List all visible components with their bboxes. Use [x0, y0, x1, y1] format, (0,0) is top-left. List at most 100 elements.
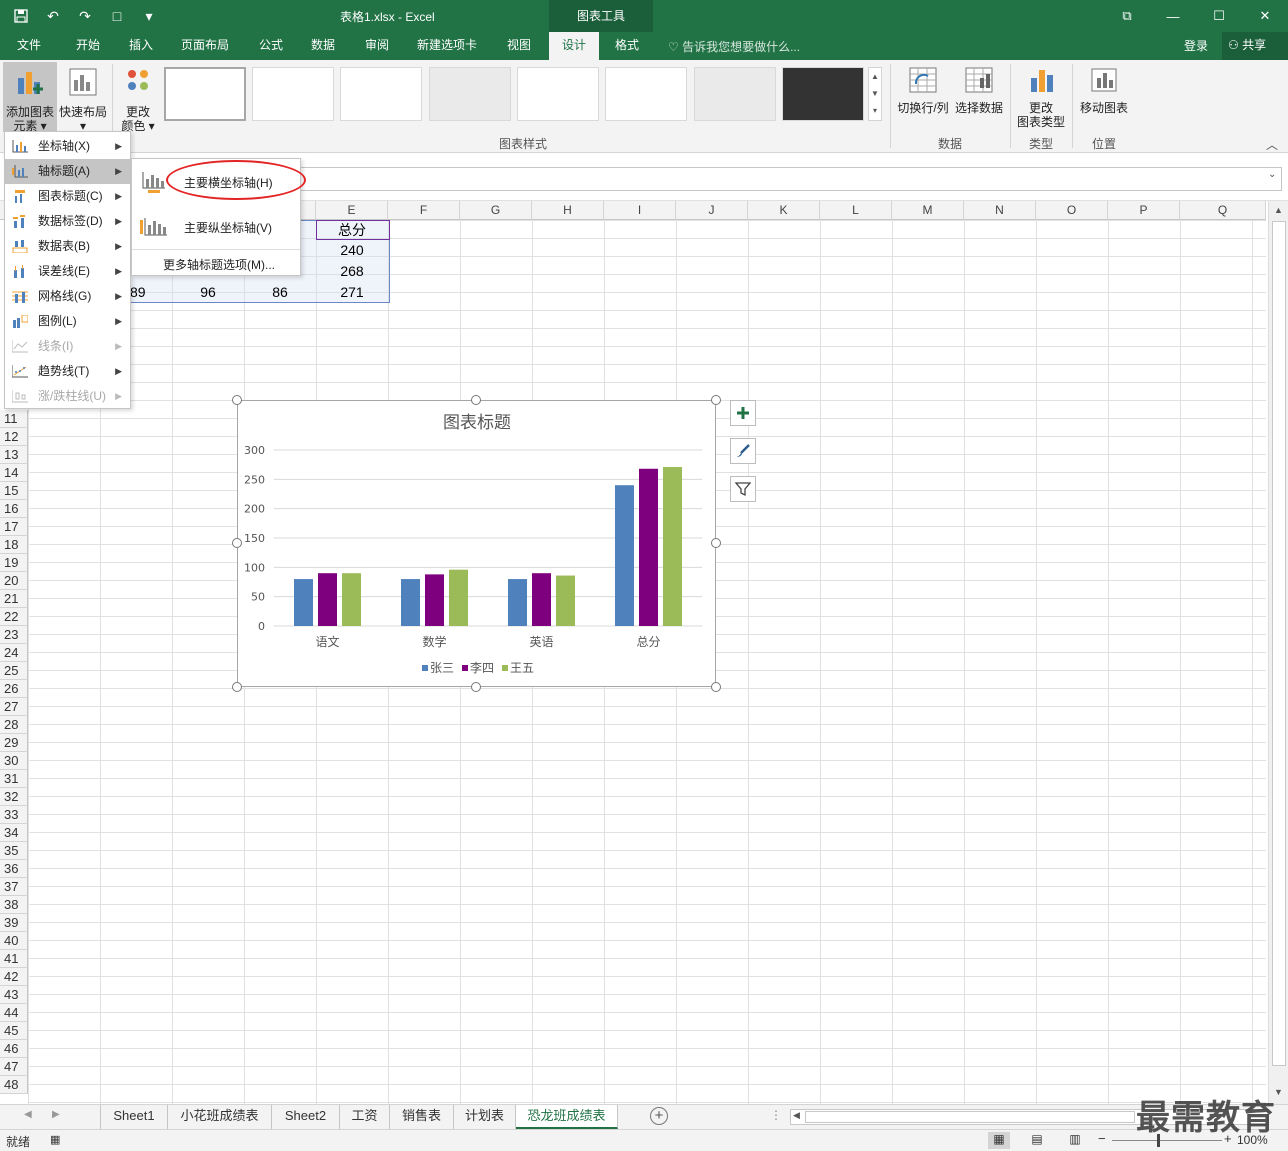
- resize-handle-r[interactable]: [711, 538, 721, 548]
- ribbon-display-options-icon[interactable]: ⧉: [1104, 0, 1150, 32]
- row-header-13[interactable]: 13: [0, 446, 28, 464]
- menu-item-axis-titles[interactable]: 轴标题(A) ▶: [5, 159, 130, 184]
- sheet-tab-sheet1[interactable]: Sheet1: [100, 1105, 168, 1129]
- column-header-n[interactable]: N: [964, 201, 1036, 220]
- row-header-19[interactable]: 19: [0, 554, 28, 572]
- row-header-40[interactable]: 40: [0, 932, 28, 950]
- vertical-scrollbar[interactable]: ▲ ▼: [1268, 201, 1288, 1104]
- change-chart-type-button[interactable]: 更改 图表类型: [1014, 66, 1068, 130]
- row-header-14[interactable]: 14: [0, 464, 28, 482]
- column-header-g[interactable]: G: [460, 201, 532, 220]
- move-chart-button[interactable]: 移动图表: [1076, 66, 1132, 126]
- column-header-p[interactable]: P: [1108, 201, 1180, 220]
- redo-icon[interactable]: ↷: [72, 4, 98, 28]
- column-header-e[interactable]: E: [316, 201, 388, 220]
- cell-e1[interactable]: 总分: [316, 220, 388, 241]
- column-header-h[interactable]: H: [532, 201, 604, 220]
- resize-handle-bl[interactable]: [232, 682, 242, 692]
- new-file-icon[interactable]: □: [104, 4, 130, 28]
- scroll-left-icon[interactable]: ◀: [793, 1110, 800, 1121]
- column-header-f[interactable]: F: [388, 201, 460, 220]
- cell-d4[interactable]: 86: [244, 282, 316, 303]
- tab-data[interactable]: 数据: [300, 32, 346, 60]
- chart-style-7[interactable]: [694, 67, 776, 121]
- row-header-33[interactable]: 33: [0, 806, 28, 824]
- quick-layout-button[interactable]: 快速布局 ▾: [58, 62, 108, 133]
- page-layout-view-icon[interactable]: ▤: [1026, 1132, 1048, 1149]
- collapse-ribbon-icon[interactable]: ︿: [1266, 136, 1278, 153]
- sheet-tab-sheet2[interactable]: Sheet2: [272, 1105, 340, 1129]
- chart-elements-button[interactable]: [730, 400, 756, 426]
- menu-item-axes[interactable]: 坐标轴(X) ▶: [5, 134, 130, 159]
- row-header-22[interactable]: 22: [0, 608, 28, 626]
- chart-style-1[interactable]: [164, 67, 246, 121]
- zoom-slider[interactable]: [1112, 1140, 1222, 1141]
- tab-format[interactable]: 格式: [604, 32, 650, 60]
- row-header-42[interactable]: 42: [0, 968, 28, 986]
- menu-item-trendline[interactable]: 趋势线(T) ▶: [5, 359, 130, 384]
- row-header-29[interactable]: 29: [0, 734, 28, 752]
- resize-handle-tl[interactable]: [232, 395, 242, 405]
- prev-sheet-icon[interactable]: ◀: [24, 1109, 32, 1120]
- row-header-28[interactable]: 28: [0, 716, 28, 734]
- resize-handle-l[interactable]: [232, 538, 242, 548]
- row-header-20[interactable]: 20: [0, 572, 28, 590]
- tab-new-tab[interactable]: 新建选项卡: [408, 32, 486, 60]
- row-header-31[interactable]: 31: [0, 770, 28, 788]
- resize-handle-tr[interactable]: [711, 395, 721, 405]
- resize-handle-b[interactable]: [471, 682, 481, 692]
- tab-page-layout[interactable]: 页面布局: [172, 32, 238, 60]
- tab-review[interactable]: 审阅: [354, 32, 400, 60]
- row-header-38[interactable]: 38: [0, 896, 28, 914]
- resize-handle-t[interactable]: [471, 395, 481, 405]
- chart-style-8[interactable]: [782, 67, 864, 121]
- column-header-k[interactable]: K: [748, 201, 820, 220]
- row-header-35[interactable]: 35: [0, 842, 28, 860]
- select-data-button[interactable]: 选择数据: [953, 66, 1005, 126]
- column-header-j[interactable]: J: [676, 201, 748, 220]
- row-header-30[interactable]: 30: [0, 752, 28, 770]
- menu-item-legend[interactable]: 图例(L) ▶: [5, 309, 130, 334]
- tab-formulas[interactable]: 公式: [248, 32, 294, 60]
- chart-style-3[interactable]: [340, 67, 422, 121]
- row-header-24[interactable]: 24: [0, 644, 28, 662]
- chart-style-5[interactable]: [517, 67, 599, 121]
- switch-row-column-button[interactable]: 切换行/列: [895, 66, 951, 126]
- cell-c4[interactable]: 96: [172, 282, 244, 303]
- tab-design[interactable]: 设计: [549, 32, 599, 60]
- tab-insert[interactable]: 插入: [118, 32, 164, 60]
- tab-view[interactable]: 视图: [496, 32, 542, 60]
- column-header-l[interactable]: L: [820, 201, 892, 220]
- row-header-48[interactable]: 48: [0, 1076, 28, 1094]
- chart-object[interactable]: 图表标题 0 50 100 150 200 250 300 语文 数学 英语 总分 张三 李四 王五: [237, 400, 716, 687]
- sheet-tab-plan[interactable]: 计划表: [454, 1105, 516, 1129]
- page-break-view-icon[interactable]: ▥: [1064, 1132, 1086, 1149]
- undo-icon[interactable]: ↶: [40, 4, 66, 28]
- share-button[interactable]: ⚇ 共享: [1222, 32, 1288, 60]
- resize-handle-br[interactable]: [711, 682, 721, 692]
- row-header-41[interactable]: 41: [0, 950, 28, 968]
- chart-style-4[interactable]: [429, 67, 511, 121]
- macro-record-icon[interactable]: ▦: [50, 1133, 60, 1146]
- column-header-m[interactable]: M: [892, 201, 964, 220]
- menu-item-gridlines[interactable]: 网格线(G) ▶: [5, 284, 130, 309]
- primary-vertical-axis-title-option[interactable]: 主要纵坐标轴(V): [132, 205, 300, 249]
- chart-style-6[interactable]: [605, 67, 687, 121]
- menu-item-data-labels[interactable]: 数据标签(D) ▶: [5, 209, 130, 234]
- row-header-46[interactable]: 46: [0, 1040, 28, 1058]
- more-axis-title-options[interactable]: 更多轴标题选项(M)...: [132, 250, 300, 276]
- row-header-21[interactable]: 21: [0, 590, 28, 608]
- column-header-q[interactable]: Q: [1180, 201, 1266, 220]
- chart-styles-button[interactable]: [730, 438, 756, 464]
- menu-item-error-bars[interactable]: 误差线(E) ▶: [5, 259, 130, 284]
- save-icon[interactable]: [8, 4, 34, 28]
- chart-filters-button[interactable]: [730, 476, 756, 502]
- row-header-16[interactable]: 16: [0, 500, 28, 518]
- row-header-25[interactable]: 25: [0, 662, 28, 680]
- add-sheet-icon[interactable]: +: [650, 1107, 668, 1125]
- row-header-39[interactable]: 39: [0, 914, 28, 932]
- tab-splitter-icon[interactable]: ⋮: [770, 1108, 782, 1122]
- row-header-45[interactable]: 45: [0, 1022, 28, 1040]
- sheet-tab-salary[interactable]: 工资: [340, 1105, 390, 1129]
- horizontal-scroll-thumb[interactable]: [805, 1111, 1135, 1123]
